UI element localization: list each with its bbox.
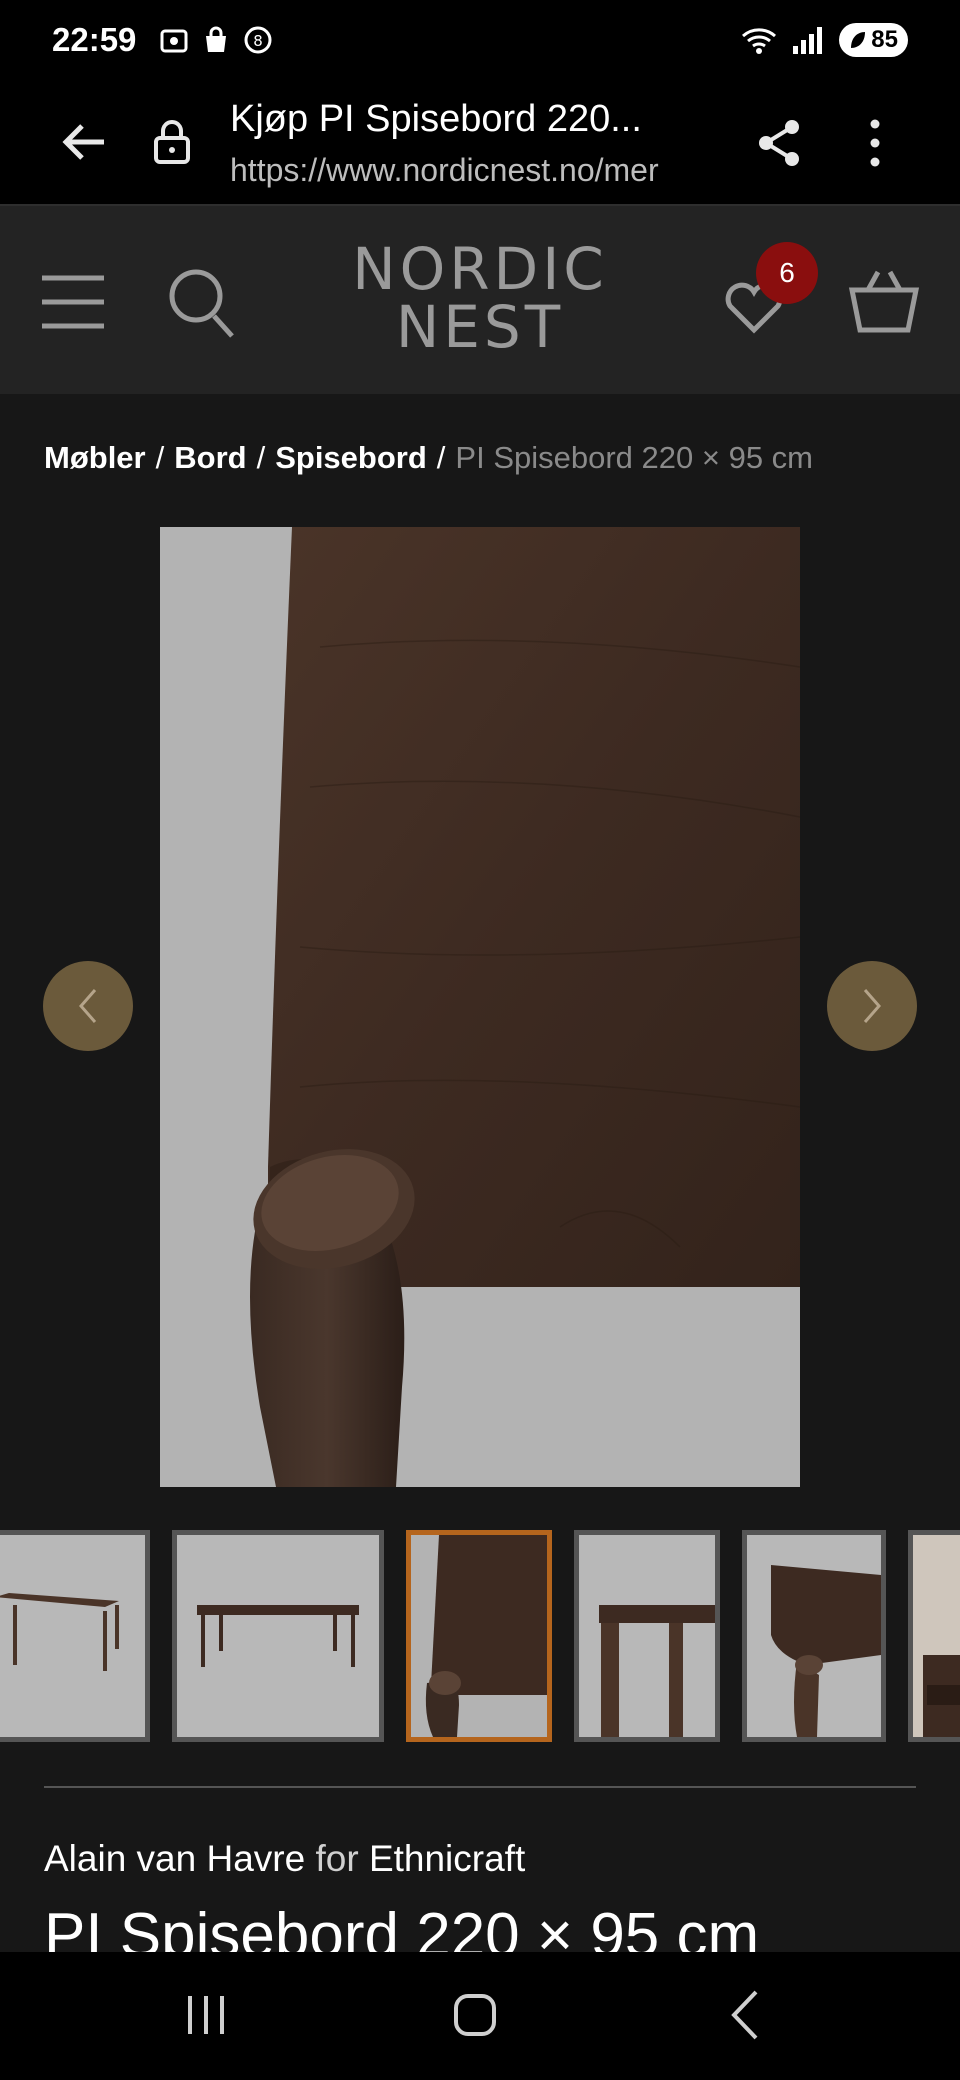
nav-back-icon[interactable]: [728, 1988, 762, 2042]
thumbnail[interactable]: [172, 1530, 384, 1742]
designer-name[interactable]: Alain van Havre: [44, 1838, 305, 1879]
lock-icon[interactable]: [152, 118, 192, 166]
breadcrumb-separator: /: [256, 440, 266, 475]
breadcrumb-separator: /: [436, 440, 446, 475]
product-main-image[interactable]: [160, 527, 800, 1487]
breadcrumb: Møbler / Bord / Spisebord / PI Spisebord 220 ×…: [44, 440, 813, 476]
logo-line-2: NEST: [395, 293, 565, 361]
signal-icon: [793, 27, 823, 54]
thumbnail-strip: [0, 1530, 960, 1742]
nordic-nest-logo[interactable]: NORDIC NEST: [300, 240, 660, 356]
breadcrumb-current: PI Spisebord 220 × 95 cm: [455, 440, 813, 475]
site-header: NORDIC NEST 6: [0, 206, 960, 394]
svg-text:8: 8: [254, 32, 264, 50]
browser-url-bar: Kjøp PI Spisebord 220... https://www.nor…: [0, 80, 960, 206]
share-icon[interactable]: [756, 118, 802, 168]
wishlist-count-badge[interactable]: 6: [756, 242, 818, 304]
battery-level: 85: [871, 26, 898, 53]
breadcrumb-item[interactable]: Bord: [174, 440, 246, 475]
menu-icon[interactable]: [40, 274, 106, 330]
thumbnail[interactable]: [406, 1530, 552, 1742]
thumbnail-image: [0, 1593, 119, 1671]
thumbnail[interactable]: [574, 1530, 720, 1742]
basket-icon[interactable]: [848, 268, 920, 334]
battery-indicator: 85: [839, 23, 908, 57]
url-text[interactable]: https://www.nordicnest.no/mer: [230, 152, 716, 189]
more-vert-icon[interactable]: [860, 118, 890, 168]
product-brand-line: Alain van Havre for Ethnicraft: [44, 1838, 525, 1880]
breadcrumb-separator: /: [155, 440, 165, 475]
breadcrumb-item[interactable]: Møbler: [44, 440, 146, 475]
page-title[interactable]: Kjøp PI Spisebord 220...: [230, 98, 700, 141]
status-bar: 22:59 8 85: [0, 0, 960, 80]
wifi-icon: [742, 28, 777, 54]
breadcrumb-item[interactable]: Spisebord: [275, 440, 427, 475]
thumbnail[interactable]: [742, 1530, 886, 1742]
shopping-bag-icon: [206, 26, 227, 52]
logo-line-1: NORDIC: [352, 235, 608, 303]
divider: [44, 1786, 916, 1788]
home-icon[interactable]: [452, 1990, 498, 2040]
thumbnail-image: [913, 1535, 960, 1737]
chevron-left-icon: [79, 989, 97, 1023]
screenshot-icon: [160, 29, 188, 53]
thumbnail[interactable]: [908, 1530, 960, 1742]
table-corner-photo: [160, 527, 800, 1487]
recent-apps-icon[interactable]: [184, 1990, 228, 2040]
for-text: for: [315, 1838, 359, 1879]
thumbnail-image: [197, 1605, 359, 1667]
leaf-icon: [851, 32, 866, 48]
thumbnail-image: [599, 1605, 715, 1737]
chevron-right-icon: [863, 989, 881, 1023]
system-nav-bar: [0, 1952, 960, 2080]
status-time: 22:59: [52, 21, 137, 58]
search-icon[interactable]: [168, 266, 236, 338]
next-image-button[interactable]: [827, 961, 917, 1051]
previous-image-button[interactable]: [43, 961, 133, 1051]
thumbnail[interactable]: [0, 1530, 150, 1742]
product-title: PI Spisebord 220 × 95 cm: [44, 1901, 760, 1952]
thumbnail-image: [771, 1565, 881, 1737]
notification-icon: 8: [244, 26, 272, 54]
brand-name[interactable]: Ethnicraft: [369, 1838, 525, 1879]
back-arrow-icon[interactable]: [58, 116, 110, 168]
thumbnail-image: [411, 1535, 547, 1737]
